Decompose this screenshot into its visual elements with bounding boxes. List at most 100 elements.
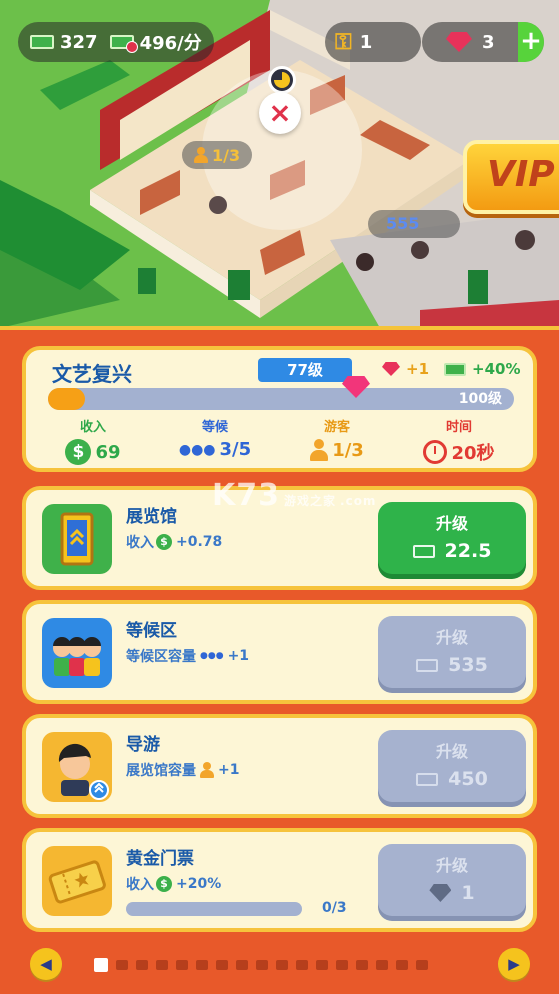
close-exhibit-button[interactable]: × [259, 92, 301, 134]
gem-icon [382, 362, 400, 376]
key-icon: ⚿ [335, 29, 352, 55]
dollar-coin-icon: $ [156, 876, 172, 892]
item-effect-label: 等候区容量 [126, 649, 196, 665]
page-dot[interactable] [176, 960, 188, 970]
tour-guide-icon [42, 732, 112, 802]
item-effect: 等候区容量 ●●● +1 [126, 646, 249, 666]
diamond-icon [429, 884, 452, 902]
visitor-icon [200, 762, 214, 778]
item-title: 黄金门票 [126, 849, 194, 869]
cash-amount: 327 [60, 31, 98, 53]
upgrade-button[interactable]: 升级 22.5 [378, 502, 526, 574]
era-title: 文艺复兴 [52, 362, 132, 386]
dollar-coin-icon: $ [156, 534, 172, 550]
item-effect: 展览馆容量 +1 [126, 760, 239, 780]
upgrade-cost: 22.5 [444, 540, 492, 562]
visitor-icon [310, 439, 329, 461]
page-dot[interactable] [156, 960, 168, 970]
upgrade-button-label: 升级 [435, 514, 468, 533]
stat-visitors-value: 1/3 [332, 439, 364, 461]
page-dot[interactable] [316, 960, 328, 970]
page-dot[interactable] [196, 960, 208, 970]
gem-bonus: +1 [382, 360, 429, 378]
queue-people-icon: ●●● [200, 651, 224, 661]
stat-visitors-label: 游客 [323, 420, 350, 435]
era-level: 77级 [258, 358, 352, 382]
exhibit-visitor-count: 1/3 [212, 145, 241, 165]
upgrade-button-label: 升级 [435, 742, 468, 761]
page-dot[interactable] [276, 960, 288, 970]
page-dot[interactable] [136, 960, 148, 970]
era-progress-fill [48, 388, 86, 410]
page-dot[interactable] [376, 960, 388, 970]
item-effect-value: +0.78 [176, 534, 223, 550]
upgrade-card-golden-ticket: 黄金门票 收入 $ +20% 0/3 升级 1 [22, 828, 537, 932]
cash-icon [30, 35, 54, 49]
visitor-icon [194, 147, 208, 163]
queue-people-icon: ●●● [178, 441, 216, 458]
prev-page-button[interactable]: ◀ [30, 948, 62, 980]
upgrade-cost: 535 [448, 654, 488, 676]
item-effect: 收入 $ +20% [126, 874, 221, 894]
item-effect-value: +1 [218, 762, 240, 778]
page-dot[interactable] [416, 960, 428, 970]
watermark-main: K73 [212, 478, 280, 513]
era-max-level: 100级 [458, 391, 502, 407]
income-rate-icon [109, 35, 138, 53]
upgrade-button-label: 升级 [435, 856, 468, 875]
cash-icon [416, 772, 439, 786]
stat-income: 收入 $ 69 [38, 416, 148, 465]
page-dot[interactable] [336, 960, 348, 970]
watermark-sub: 游戏之家 [284, 494, 337, 508]
exhibit-visitor-badge: 1/3 [182, 141, 252, 169]
cash-icon [416, 658, 439, 672]
gems-amount: 3 [482, 31, 495, 53]
stat-queue: 等候 ●●● 3/5 [160, 416, 270, 460]
item-effect: 收入 $ +0.78 [126, 532, 222, 552]
cash-icon [444, 362, 466, 376]
upgrade-cost: 1 [461, 882, 475, 904]
page-navigator: ◀ ▶ [0, 944, 559, 986]
stat-time: 时间 20秒 [404, 416, 514, 465]
stat-income-value: 69 [95, 441, 121, 463]
page-dot[interactable] [216, 960, 228, 970]
stat-visitors: 游客 1/3 [282, 416, 392, 461]
queue-icon: 555 [386, 214, 420, 233]
page-dot[interactable] [396, 960, 408, 970]
golden-ticket-icon [42, 846, 112, 916]
stat-queue-label: 等候 [201, 420, 228, 435]
timer-icon [268, 66, 296, 94]
item-effect-value: +20% [176, 876, 222, 892]
item-title: 导游 [126, 735, 160, 755]
cash-icon [412, 544, 435, 558]
item-effect-label: 展览馆容量 [126, 763, 196, 779]
upgrade-button[interactable]: 升级 535 [378, 616, 526, 688]
item-effect-label: 收入 [126, 535, 154, 551]
gems-counter: 3 + [422, 22, 544, 62]
game-scene[interactable]: 327 496/分 ⚿ 1 3 + × 1/3 555 VIP [0, 0, 559, 328]
vip-button[interactable]: VIP [463, 140, 559, 214]
upgrade-button[interactable]: 升级 450 [378, 730, 526, 802]
page-dot[interactable] [356, 960, 368, 970]
watermark-logo: K73 游戏之家 .com [212, 478, 376, 513]
panel-divider [0, 326, 559, 330]
item-title: 展览馆 [126, 507, 177, 527]
ticket-progress-bar [126, 902, 302, 916]
keys-amount: 1 [359, 31, 373, 53]
upgrade-card-waiting-area: 等候区 等候区容量 ●●● +1 升级 535 [22, 600, 537, 704]
page-dot[interactable] [94, 958, 108, 972]
page-dot[interactable] [256, 960, 268, 970]
exhibition-hall-icon [42, 504, 112, 574]
item-effect-label: 收入 [126, 877, 154, 893]
next-page-button[interactable]: ▶ [498, 948, 530, 980]
stat-time-label: 时间 [445, 420, 472, 435]
page-dot[interactable] [296, 960, 308, 970]
page-dot[interactable] [236, 960, 248, 970]
era-progress-bar: 100级 [48, 388, 514, 410]
cash-bonus: +40% [444, 360, 520, 378]
gem-icon [446, 32, 472, 52]
stat-queue-value: 3/5 [219, 439, 252, 460]
income-rate: 496/分 [139, 33, 202, 54]
page-dot[interactable] [116, 960, 128, 970]
upgrade-button[interactable]: 升级 1 [378, 844, 526, 916]
